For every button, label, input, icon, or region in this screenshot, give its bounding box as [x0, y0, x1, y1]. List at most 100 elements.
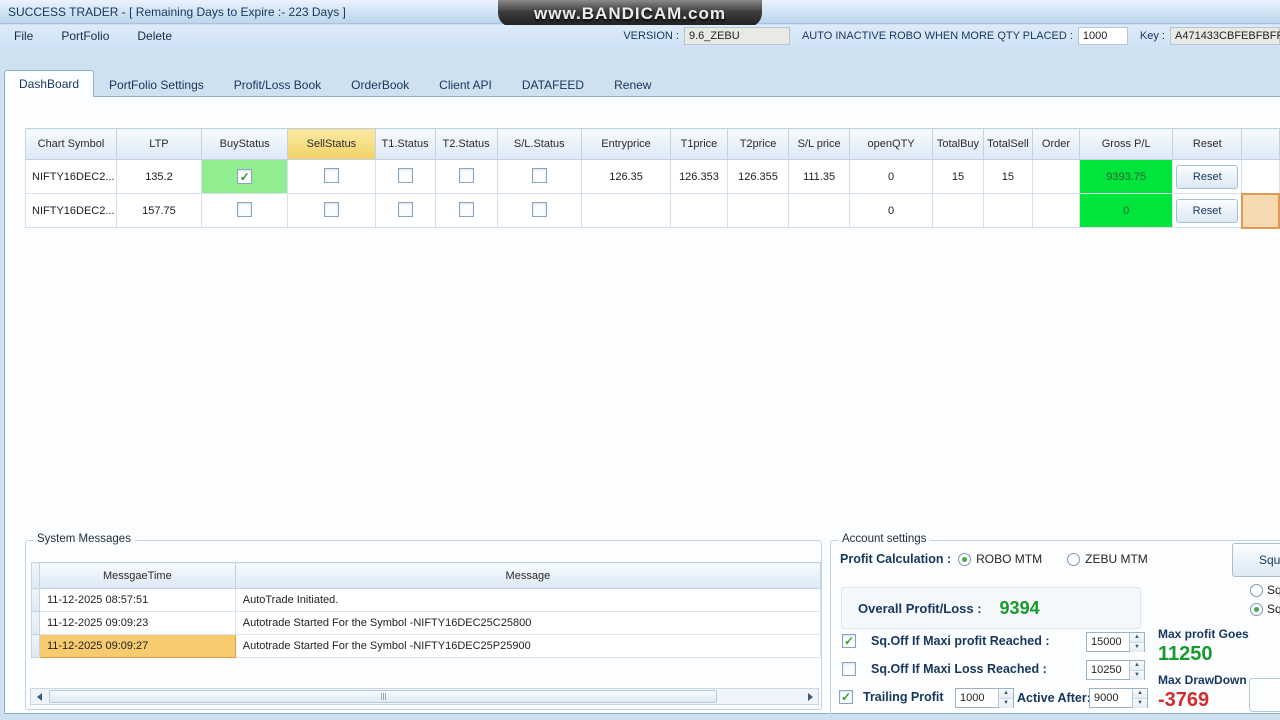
cell-totalbuy	[933, 194, 983, 228]
tab-orderbook[interactable]: OrderBook	[336, 72, 424, 97]
reset-button[interactable]: Reset	[1176, 199, 1238, 223]
window-title: SUCCESS TRADER - [ Remaining Days to Exp…	[0, 5, 346, 19]
sell-checkbox[interactable]	[324, 202, 339, 217]
col-message[interactable]: Message	[235, 563, 820, 589]
robo-mtm-radio[interactable]	[958, 553, 971, 566]
col-t2status[interactable]: T2.Status	[435, 129, 497, 160]
trailing-profit-spinner[interactable]: 1000 ▲▼	[955, 688, 1014, 708]
edge-radio-2-label: Sq.	[1267, 602, 1280, 616]
bottom-right-button[interactable]	[1249, 678, 1280, 712]
spinner-arrows-icon[interactable]: ▲▼	[998, 689, 1013, 707]
account-settings-title: Account settings	[838, 533, 930, 545]
sell-checkbox[interactable]	[324, 168, 339, 183]
spinner-arrows-icon[interactable]: ▲▼	[1129, 661, 1144, 679]
col-gross-pl[interactable]: Gross P/L	[1079, 129, 1173, 160]
cell-slprice	[789, 194, 850, 228]
col-openqty[interactable]: openQTY	[849, 129, 932, 160]
menu-bar: File PortFolio Delete VERSION : 9.6_ZEBU…	[0, 25, 1280, 47]
grid-header-row: Chart Symbol LTP BuyStatus SellStatus T1…	[26, 129, 1280, 160]
menu-bar-right: VERSION : 9.6_ZEBU AUTO INACTIVE ROBO WH…	[611, 25, 1280, 47]
edge-radio-1-label: Sq.	[1267, 583, 1280, 597]
app-window: SUCCESS TRADER - [ Remaining Days to Exp…	[0, 0, 1280, 720]
tab-dashboard[interactable]: DashBoard	[4, 70, 94, 97]
col-sellstatus[interactable]: SellStatus	[288, 129, 375, 160]
spinner-arrows-icon[interactable]: ▲▼	[1132, 689, 1147, 707]
tab-profit-loss-book[interactable]: Profit/Loss Book	[219, 72, 336, 97]
col-t1price[interactable]: T1price	[671, 129, 728, 160]
col-slprice[interactable]: S/L price	[789, 129, 850, 160]
reset-button[interactable]: Reset	[1176, 165, 1238, 189]
table-row[interactable]: NIFTY16DEC2... 135.2 126.35 126.353 126.…	[26, 160, 1280, 194]
col-totalsell[interactable]: TotalSell	[983, 129, 1032, 160]
menu-delete[interactable]: Delete	[123, 27, 186, 45]
cell-gross-pl: 9393.75	[1079, 160, 1173, 194]
scroll-right-arrow-icon[interactable]	[802, 689, 818, 704]
cell-reset: Reset	[1173, 194, 1242, 228]
buy-checkbox[interactable]	[237, 169, 252, 184]
list-item[interactable]: 11-12-2025 09:09:23 Autotrade Started Fo…	[32, 612, 821, 635]
t1-checkbox[interactable]	[398, 168, 413, 183]
bandicam-watermark: www.BANDICAM.com	[498, 0, 762, 27]
list-item[interactable]: 11-12-2025 09:09:27 Autotrade Started Fo…	[32, 635, 821, 658]
key-field[interactable]: A471433CBFEBFBFF0	[1170, 27, 1280, 45]
tab-renew[interactable]: Renew	[599, 72, 666, 97]
list-item[interactable]: 11-12-2025 08:57:51 AutoTrade Initiated.	[32, 589, 821, 612]
col-buystatus[interactable]: BuyStatus	[202, 129, 288, 160]
trailing-profit-checkbox[interactable]	[839, 690, 853, 704]
col-slstatus[interactable]: S/L.Status	[497, 129, 581, 160]
sq-profit-checkbox[interactable]	[842, 634, 856, 648]
tab-client-api[interactable]: Client API	[424, 72, 507, 97]
col-reset[interactable]: Reset	[1173, 129, 1242, 160]
edge-radio-1[interactable]	[1250, 584, 1263, 597]
buy-checkbox[interactable]	[237, 202, 252, 217]
messages-horizontal-scrollbar[interactable]	[30, 688, 819, 705]
t2-checkbox[interactable]	[459, 202, 474, 217]
message-text: Autotrade Started For the Symbol -NIFTY1…	[235, 635, 820, 658]
sl-checkbox[interactable]	[532, 202, 547, 217]
sq-profit-value[interactable]: 15000	[1087, 633, 1129, 651]
auto-inactive-qty-input[interactable]: 1000	[1078, 27, 1128, 45]
col-entryprice[interactable]: Entryprice	[582, 129, 671, 160]
sq-profit-spinner[interactable]: 15000 ▲▼	[1086, 632, 1145, 652]
trailing-profit-value[interactable]: 1000	[956, 689, 998, 707]
tab-datafeed[interactable]: DATAFEED	[507, 72, 599, 97]
col-order[interactable]: Order	[1033, 129, 1080, 160]
spinner-arrows-icon[interactable]: ▲▼	[1129, 633, 1144, 651]
col-chart-symbol[interactable]: Chart Symbol	[26, 129, 117, 160]
col-message-time[interactable]: MessgaeTime	[39, 563, 235, 589]
active-after-spinner[interactable]: 9000 ▲▼	[1089, 688, 1148, 708]
cell-t2price	[727, 194, 788, 228]
sq-loss-spinner[interactable]: 10250 ▲▼	[1086, 660, 1145, 680]
auto-inactive-label: AUTO INACTIVE ROBO WHEN MORE QTY PLACED …	[802, 30, 1073, 42]
col-totalbuy[interactable]: TotalBuy	[933, 129, 983, 160]
sq-loss-value[interactable]: 10250	[1087, 661, 1129, 679]
system-messages-group: System Messages MessgaeTime Message 11-1…	[25, 540, 822, 710]
menu-file[interactable]: File	[0, 27, 47, 45]
edge-radio-2[interactable]	[1250, 603, 1263, 616]
version-label: VERSION :	[623, 30, 679, 42]
active-after-value[interactable]: 9000	[1090, 689, 1132, 707]
col-t1status[interactable]: T1.Status	[375, 129, 435, 160]
tab-portfolio-settings[interactable]: PortFolio Settings	[94, 72, 219, 97]
sl-checkbox[interactable]	[532, 168, 547, 183]
cell-sellstatus	[288, 160, 375, 194]
cell-entryprice: 126.35	[582, 160, 671, 194]
account-settings-group: Account settings Profit Calculation : RO…	[830, 540, 1280, 720]
col-ltp[interactable]: LTP	[116, 129, 201, 160]
cell-ltp: 135.2	[116, 160, 201, 194]
version-field[interactable]: 9.6_ZEBU	[684, 27, 790, 45]
sq-loss-checkbox[interactable]	[842, 662, 856, 676]
col-t2price[interactable]: T2price	[727, 129, 788, 160]
cell-sellstatus	[288, 194, 375, 228]
table-row[interactable]: NIFTY16DEC2... 157.75 0 0 Reset	[26, 194, 1280, 228]
scrollbar-thumb[interactable]	[49, 690, 717, 703]
menu-portfolio[interactable]: PortFolio	[47, 27, 123, 45]
zebu-mtm-radio[interactable]	[1067, 553, 1080, 566]
cell-t1price	[671, 194, 728, 228]
cell-totalsell	[983, 194, 1032, 228]
square-off-button[interactable]: Squ	[1232, 543, 1280, 577]
t2-checkbox[interactable]	[459, 168, 474, 183]
t1-checkbox[interactable]	[398, 202, 413, 217]
cell-totalbuy: 15	[933, 160, 983, 194]
scroll-left-arrow-icon[interactable]	[31, 689, 47, 704]
